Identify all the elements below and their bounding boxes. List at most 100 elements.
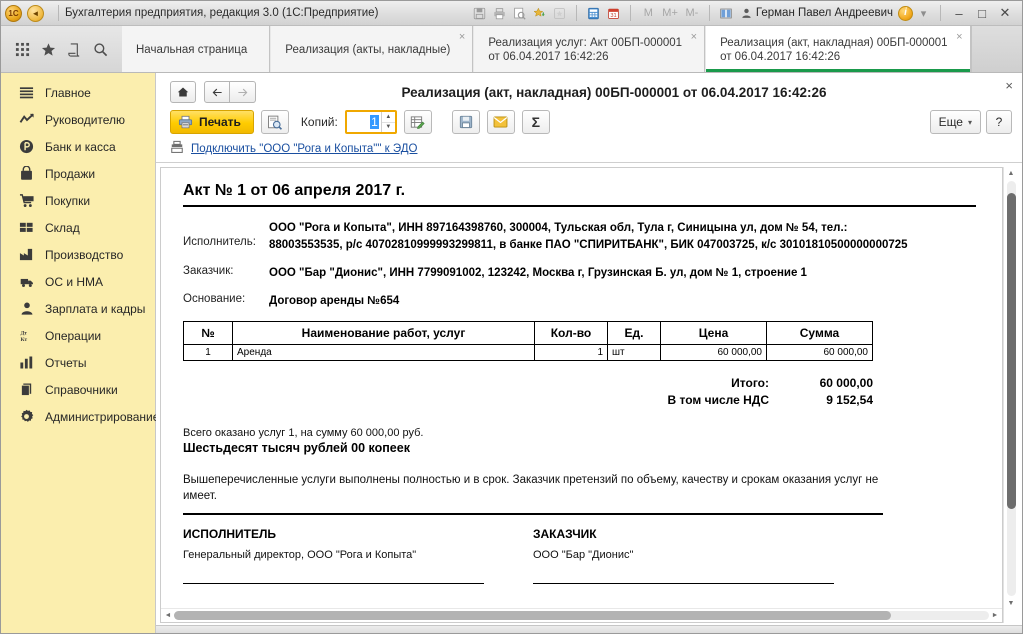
sidebar-item-bank-kassa[interactable]: Банк и касса: [1, 133, 155, 160]
tab-list: Начальная страница Реализация (акты, нак…: [122, 26, 1022, 72]
user-icon: [742, 8, 751, 18]
scroll-down-icon[interactable]: ▼: [1008, 597, 1015, 610]
current-user[interactable]: Герман Павел Андреевич: [737, 7, 897, 19]
sidebar-item-os-nma[interactable]: ОС и НМА: [1, 268, 155, 295]
signature-line: [533, 583, 834, 584]
memory-recall-button[interactable]: M: [638, 7, 658, 19]
print-preview-icon[interactable]: [260, 110, 289, 134]
toolbar-right-group: Еще ▾ ?: [929, 110, 1012, 134]
close-icon[interactable]: ×: [1005, 79, 1013, 92]
cell-price: 60 000,00: [660, 344, 767, 361]
history-icon[interactable]: [65, 39, 85, 59]
sidebar-item-proizvodstvo[interactable]: Производство: [1, 241, 155, 268]
sidebar-item-label: Администрирование: [45, 409, 160, 424]
hscroll-thumb[interactable]: [174, 611, 892, 620]
maximize-button[interactable]: □: [971, 3, 993, 23]
help-button[interactable]: ?: [986, 110, 1012, 134]
clause-text: Вышеперечисленные услуги выполнены полно…: [183, 472, 883, 515]
save-icon[interactable]: [470, 4, 489, 22]
sidebar-item-glavnoe[interactable]: Главное: [1, 79, 155, 106]
sidebar-item-prodazhi[interactable]: Продажи: [1, 160, 155, 187]
tab-home[interactable]: Начальная страница: [122, 26, 271, 72]
horizontal-scrollbar[interactable]: ◄ ►: [161, 608, 1002, 622]
summary-block: Всего оказано услуг 1, на сумму 60 000,0…: [183, 427, 873, 455]
vscroll-track[interactable]: [1006, 181, 1016, 596]
envelope-icon[interactable]: [486, 110, 515, 134]
tab-close-icon[interactable]: ×: [956, 32, 962, 43]
info-icon[interactable]: i: [898, 5, 913, 21]
sidebar-item-sklad[interactable]: Склад: [1, 214, 155, 241]
memory-add-button[interactable]: M+: [659, 7, 681, 19]
sidebar-item-zarplata-kadry[interactable]: Зарплата и кадры: [1, 295, 155, 322]
search-icon[interactable]: [91, 39, 111, 59]
titlebar-divider-5: [940, 5, 941, 21]
sidebar-item-label: Склад: [45, 220, 80, 235]
document-pane: Акт № 1 от 06 апреля 2017 г. Исполнитель…: [160, 167, 1003, 623]
books-icon: [18, 381, 35, 398]
vscroll-thumb[interactable]: [1006, 193, 1016, 509]
spin-down-icon[interactable]: ▼: [382, 123, 395, 133]
svg-text:Дт: Дт: [20, 331, 27, 337]
arrow-left-icon[interactable]: [204, 81, 230, 103]
copies-label: Копий:: [300, 115, 338, 129]
status-bar: [156, 625, 1022, 633]
printed-form: Акт № 1 от 06 апреля 2017 г. Исполнитель…: [161, 168, 1002, 608]
apps-grid-icon[interactable]: [12, 39, 32, 59]
scroll-right-icon[interactable]: ►: [989, 612, 1001, 619]
sidebar-item-rukovoditelyu[interactable]: Руководителю: [1, 106, 155, 133]
edit-table-icon[interactable]: [403, 110, 432, 134]
column-header-unit: Ед.: [607, 321, 661, 345]
tab-bar: Начальная страница Реализация (акты, нак…: [1, 26, 1022, 73]
arrow-right-icon[interactable]: [230, 81, 256, 103]
column-header-price: Цена: [660, 321, 767, 345]
sum-icon[interactable]: Σ: [521, 110, 550, 134]
split-window-icon[interactable]: [717, 4, 736, 22]
scroll-up-icon[interactable]: ▲: [1008, 167, 1015, 180]
sidebar-item-spravochniki[interactable]: Справочники: [1, 376, 155, 403]
favorites-icon[interactable]: [550, 4, 569, 22]
vertical-scrollbar[interactable]: ▲ ▼: [1003, 167, 1018, 623]
hscroll-track[interactable]: [174, 611, 989, 620]
table-row: 1 Аренда 1 шт 60 000,00 60 000,00: [183, 344, 873, 361]
save-icon[interactable]: [451, 110, 480, 134]
copies-stepper[interactable]: 1 ▲ ▼: [344, 110, 397, 134]
back-circle-icon[interactable]: ◄: [27, 4, 44, 22]
edo-connect-link[interactable]: Подключить "ООО "Рога и Копыта"" к ЭДО: [191, 143, 417, 155]
preview-icon[interactable]: [510, 4, 529, 22]
tab-sublabel: от 06.04.2017 16:42:26: [720, 51, 841, 63]
close-button[interactable]: ✕: [994, 3, 1016, 23]
tab-service-act[interactable]: Реализация услуг: Акт 00БП-000001 от 06.…: [473, 26, 706, 72]
sidebar-item-label: Операции: [45, 328, 102, 343]
sidebar-item-label: Зарплата и кадры: [45, 301, 146, 316]
add-favorite-icon[interactable]: [530, 4, 549, 22]
tab-close-icon[interactable]: ×: [691, 32, 697, 43]
signature-heading: ЗАКАЗЧИК: [533, 527, 597, 541]
sidebar-item-otchety[interactable]: Отчеты: [1, 349, 155, 376]
totals-block: Итого: 60 000,00 В том числе НДС 9 152,5…: [183, 375, 873, 409]
spin-up-icon[interactable]: ▲: [381, 112, 395, 123]
home-icon[interactable]: [170, 81, 196, 103]
chevron-down-icon[interactable]: ▾: [914, 4, 933, 22]
tab-realization-act[interactable]: Реализация (акт, накладная) 00БП-000001 …: [705, 26, 971, 72]
copies-spin-arrows[interactable]: ▲ ▼: [380, 112, 395, 133]
sidebar-item-administrirovanie[interactable]: Администрирование: [1, 403, 159, 430]
sidebar-item-pokupki[interactable]: Покупки: [1, 187, 155, 214]
calculator-icon[interactable]: [584, 4, 603, 22]
sidebar-item-operacii[interactable]: Дт Кт Операции: [1, 322, 155, 349]
cell-num: 1: [183, 344, 233, 361]
scroll-left-icon[interactable]: ◄: [162, 612, 174, 619]
customer-row: Заказчик: ООО "Бар "Дионис", ИНН 7799091…: [183, 265, 976, 282]
tab-sales-list[interactable]: Реализация (акты, накладные) ×: [270, 26, 474, 72]
calendar-icon[interactable]: 31: [604, 4, 623, 22]
favorites-star-icon[interactable]: [38, 39, 58, 59]
print-icon[interactable]: [490, 4, 509, 22]
person-icon: [18, 300, 35, 317]
memory-subtract-button[interactable]: M-: [682, 7, 702, 19]
1c-logo-icon: 1C: [5, 4, 22, 22]
print-button[interactable]: Печать: [170, 110, 254, 134]
more-button[interactable]: Еще ▾: [929, 110, 981, 134]
copies-input[interactable]: 1: [347, 112, 381, 132]
minimize-button[interactable]: –: [948, 3, 970, 23]
document-toolbar: Печать Копий: 1 ▲ ▼ Σ Еще ▾ ?: [156, 107, 1022, 138]
tab-close-icon[interactable]: ×: [459, 32, 465, 43]
